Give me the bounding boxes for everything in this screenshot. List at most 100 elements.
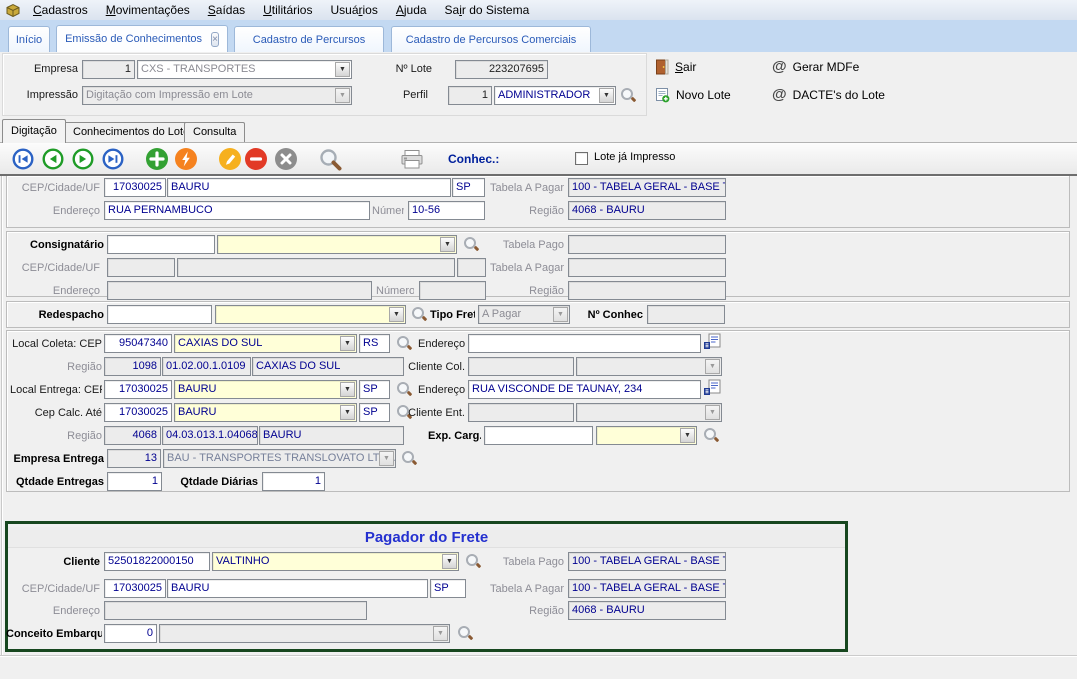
coleta-cep-field[interactable]: 95047340 — [104, 334, 172, 353]
chevron-down-icon[interactable]: ▼ — [705, 359, 720, 374]
coleta-endereco-field[interactable] — [468, 334, 701, 353]
chevron-down-icon[interactable]: ▼ — [599, 88, 614, 103]
tab-consulta[interactable]: Consulta — [184, 122, 245, 142]
tab-digitacao[interactable]: Digitação — [2, 119, 66, 143]
consignatario-tabela-a-pagar-label: Tabela A Pagar — [480, 260, 564, 277]
lote-ja-impresso-checkbox[interactable] — [575, 152, 588, 165]
pagador-cliente-search-icon[interactable] — [465, 553, 481, 569]
chevron-down-icon[interactable]: ▼ — [340, 382, 355, 397]
menu-item-utilitarios[interactable]: Utilitários — [254, 0, 321, 20]
last-record-button[interactable] — [102, 148, 124, 170]
conceito-embarque-search-icon[interactable] — [457, 625, 473, 641]
calc-uf-field[interactable]: SP — [359, 403, 390, 422]
tab-emissao-de-conhecimentos[interactable]: Emissão de Conhecimentos × — [56, 25, 228, 52]
gerar-mdfe-button[interactable]: @ Gerar MDFe — [772, 59, 859, 74]
entrega-cep-field[interactable]: 17030025 — [104, 380, 172, 399]
entrega-uf-field[interactable]: SP — [359, 380, 390, 399]
chevron-down-icon[interactable]: ▼ — [335, 62, 350, 77]
delete-record-button[interactable] — [245, 148, 267, 170]
dacte-do-lote-button[interactable]: @ DACTE's do Lote — [772, 87, 885, 102]
redespacho-combobox[interactable]: ▼ — [215, 305, 406, 324]
chevron-down-icon[interactable]: ▼ — [680, 428, 695, 443]
qtdade-entregas-field[interactable]: 1 — [107, 472, 162, 491]
menu-item-saidas[interactable]: Saídas — [199, 0, 254, 20]
entrega-endereco-field[interactable]: RUA VISCONDE DE TAUNAY, 234 — [468, 380, 701, 399]
tab-conhecimentos-do-lote[interactable]: Conhecimentos do Lote — [64, 122, 198, 142]
pagador-cliente-combobox[interactable]: VALTINHO▼ — [212, 552, 459, 571]
novo-lote-button[interactable]: Novo Lote — [655, 87, 731, 103]
cliente-col-combobox[interactable]: ▼ — [576, 357, 722, 376]
cliente-ent-combobox[interactable]: ▼ — [576, 403, 722, 422]
conceito-embarque-cod-field[interactable]: 0 — [104, 624, 157, 643]
edit-record-button[interactable] — [219, 148, 241, 170]
pagador-cep-field[interactable]: 17030025 — [104, 579, 166, 598]
first-record-button[interactable] — [12, 148, 34, 170]
chevron-down-icon[interactable]: ▼ — [389, 307, 404, 322]
chevron-down-icon[interactable]: ▼ — [440, 237, 455, 252]
remetente-cep-field[interactable]: 17030025 — [104, 178, 166, 197]
chevron-down-icon[interactable]: ▼ — [340, 405, 355, 420]
entrega-search-icon[interactable] — [396, 381, 412, 397]
remetente-endereco-field[interactable]: RUA PERNAMBUCO — [104, 201, 370, 220]
empresa-combobox[interactable]: CXS - TRANSPORTES▼ — [137, 60, 352, 79]
coleta-cidade-combobox[interactable]: CAXIAS DO SUL▼ — [174, 334, 357, 353]
remetente-cidade-field[interactable]: BAURU — [167, 178, 451, 197]
consignatario-search-icon[interactable] — [463, 236, 479, 252]
pagador-cidade-field[interactable]: BAURU — [167, 579, 428, 598]
chevron-down-icon[interactable]: ▼ — [433, 626, 448, 641]
search-icon[interactable] — [318, 147, 344, 173]
exp-carg-combobox[interactable]: ▼ — [596, 426, 697, 445]
lightning-action-button[interactable] — [175, 148, 197, 170]
entrega-cidade-combobox[interactable]: BAURU ▼ — [174, 380, 357, 399]
print-button[interactable] — [398, 148, 426, 170]
redespacho-codigo-field[interactable] — [107, 305, 212, 324]
chevron-down-icon[interactable]: ▼ — [705, 405, 720, 420]
remetente-numero-field[interactable]: 10-56 — [408, 201, 485, 220]
calc-cidade-combobox[interactable]: BAURU▼ — [174, 403, 357, 422]
menu-item-ajuda[interactable]: Ajuda — [387, 0, 436, 20]
conceito-embarque-combobox[interactable]: ▼ — [159, 624, 450, 643]
entrega-cidade-value: BAURU — [178, 383, 217, 395]
exp-carg-cod-field[interactable] — [484, 426, 593, 445]
chevron-down-icon[interactable]: ▼ — [442, 554, 457, 569]
close-icon[interactable]: × — [211, 32, 219, 47]
menu-item-movimentacoes[interactable]: Movimentações — [97, 0, 199, 20]
impressao-combobox[interactable]: Digitação com Impressão em Lote▼ — [82, 86, 352, 105]
coleta-uf-field[interactable]: RS — [359, 334, 390, 353]
empresa-entrega-combobox[interactable]: BAU - TRANSPORTES TRANSLOVATO LTDA▼ — [163, 449, 396, 468]
exp-carg-search-icon[interactable] — [703, 427, 719, 443]
conhec-label: Conhec.: — [448, 152, 499, 166]
menu-item-usuarios[interactable]: Usuários — [321, 0, 386, 20]
menu-item-cadastros[interactable]: Cadastros — [24, 0, 97, 20]
chevron-down-icon[interactable]: ▼ — [379, 451, 394, 466]
consignatario-combobox[interactable]: ▼ — [217, 235, 457, 254]
tab-cadastro-de-percursos-comerciais[interactable]: Cadastro de Percursos Comerciais — [391, 26, 591, 52]
redespacho-search-icon[interactable] — [411, 306, 427, 322]
address-form-icon[interactable] — [703, 333, 723, 351]
consignatario-codigo-field[interactable] — [107, 235, 215, 254]
sair-button[interactable]: Sair — [655, 59, 696, 75]
tipo-frete-combobox[interactable]: A Pagar▼ — [478, 305, 570, 324]
next-record-button[interactable] — [72, 148, 94, 170]
tab-inicio[interactable]: Início — [8, 26, 50, 52]
perfil-search-icon[interactable] — [620, 87, 636, 103]
tab-cadastro-de-percursos[interactable]: Cadastro de Percursos — [234, 26, 384, 52]
qtdade-diarias-field[interactable]: 1 — [262, 472, 325, 491]
menu-item-sair-do-sistema[interactable]: Sair do Sistema — [436, 0, 539, 20]
perfil-code-field[interactable]: 1 — [448, 86, 492, 105]
coleta-search-icon[interactable] — [396, 335, 412, 351]
add-record-button[interactable] — [146, 148, 168, 170]
chevron-down-icon[interactable]: ▼ — [340, 336, 355, 351]
empresa-entrega-search-icon[interactable] — [401, 450, 417, 466]
perfil-combobox[interactable]: ADMINISTRADOR▼ — [494, 86, 616, 105]
chevron-down-icon[interactable]: ▼ — [553, 307, 568, 322]
consignatario-cidade-field — [177, 258, 455, 277]
calc-cep-field[interactable]: 17030025 — [104, 403, 172, 422]
cancel-button[interactable] — [275, 148, 297, 170]
pagador-cliente-cod-field[interactable]: 52501822000150 — [104, 552, 210, 571]
chevron-down-icon[interactable]: ▼ — [335, 88, 350, 103]
empresa-code-field[interactable]: 1 — [82, 60, 135, 79]
address-form-icon[interactable] — [703, 379, 723, 397]
pagador-uf-field[interactable]: SP — [430, 579, 466, 598]
previous-record-button[interactable] — [42, 148, 64, 170]
